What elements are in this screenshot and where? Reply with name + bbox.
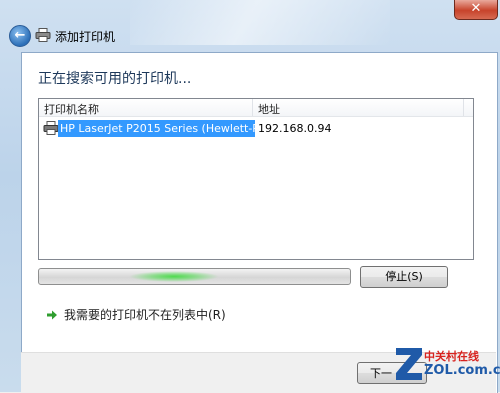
list-header: 打印机名称 地址 xyxy=(39,99,473,117)
stop-button[interactable]: 停止(S) xyxy=(360,266,448,288)
watermark-text-cn: 中关村在线 xyxy=(424,350,479,363)
printer-name-cell: HP LaserJet P2015 Series (Hewlett-Packar… xyxy=(58,120,255,137)
back-button[interactable]: ← xyxy=(9,25,31,47)
zol-logo-icon xyxy=(396,348,422,380)
watermark-text-en: ZOL.com.cn xyxy=(424,363,500,378)
page-title: 正在搜索可用的打印机... xyxy=(38,71,192,87)
green-arrow-icon xyxy=(47,310,57,320)
column-divider xyxy=(252,99,253,116)
column-header-printer-name[interactable]: 打印机名称 xyxy=(44,101,99,117)
search-progress-bar xyxy=(38,268,351,285)
table-row[interactable]: HP LaserJet P2015 Series (Hewlett-Packar… xyxy=(40,120,472,137)
printer-not-listed-label: 我需要的打印机不在列表中(R) xyxy=(64,308,226,322)
column-divider xyxy=(463,99,464,116)
printer-list[interactable]: 打印机名称 地址 HP LaserJet P2015 Series (Hewle… xyxy=(38,98,474,260)
close-button[interactable]: ✕ xyxy=(454,0,498,20)
back-arrow-icon: ← xyxy=(14,28,26,43)
printer-address-cell: 192.168.0.94 xyxy=(258,122,332,135)
printer-icon xyxy=(43,121,59,135)
column-header-address[interactable]: 地址 xyxy=(258,101,280,117)
progress-glow xyxy=(129,271,219,282)
window-title: 添加打印机 xyxy=(55,30,116,44)
watermark-logo: 中关村在线 ZOL.com.cn xyxy=(394,342,500,386)
printer-icon xyxy=(35,28,51,42)
close-icon: ✕ xyxy=(470,1,482,16)
